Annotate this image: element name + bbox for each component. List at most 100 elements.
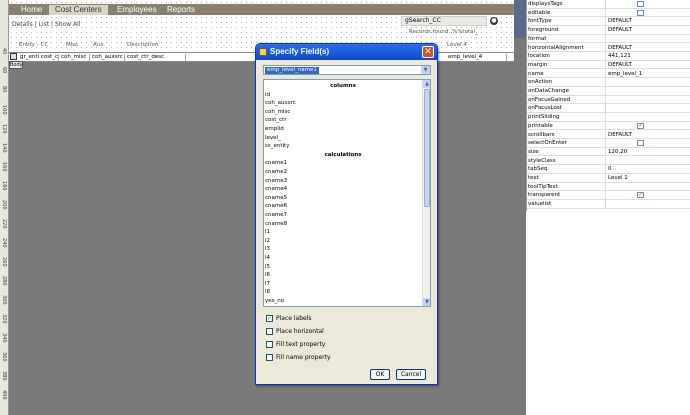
property-value[interactable]: 0 — [605, 165, 690, 174]
property-row[interactable]: name emp_level_1 — [527, 69, 690, 79]
checkbox[interactable] — [637, 1, 644, 7]
scroll-up-icon[interactable]: ▲ — [423, 80, 430, 88]
property-value[interactable] — [605, 139, 690, 148]
fields-list[interactable]: columns id coh_auxsrc coh_misc cost_ctr empli… — [263, 79, 431, 307]
property-row[interactable]: onFocusGained — [527, 95, 690, 105]
property-row[interactable]: tabSeq 0 — [527, 165, 690, 174]
property-value[interactable] — [605, 200, 690, 209]
property-value[interactable] — [605, 113, 690, 122]
scroll-down-icon[interactable]: ▼ — [423, 298, 430, 306]
tab-employees[interactable]: Employees — [111, 5, 163, 15]
property-row[interactable]: foreground DEFAULT — [527, 26, 690, 35]
property-value[interactable] — [605, 191, 690, 200]
field-select-dropdown[interactable]: emp_level_name1 ▼ — [263, 65, 431, 75]
column-cost-ctr[interactable]: gr_enti cost_ctr — [19, 54, 59, 61]
property-row[interactable]: text Level 1 — [527, 174, 690, 183]
property-row[interactable]: styleClass — [527, 156, 690, 166]
property-value[interactable] — [605, 34, 690, 44]
list-item[interactable]: l4 — [264, 254, 422, 263]
property-value[interactable]: DEFAULT — [605, 43, 690, 52]
property-row[interactable]: toolTipText — [527, 182, 690, 192]
list-item[interactable]: cname4 — [264, 185, 422, 194]
property-value[interactable]: DEFAULT — [605, 17, 690, 26]
property-value[interactable] — [605, 0, 690, 9]
property-value[interactable]: 441,121 — [605, 52, 690, 61]
property-row[interactable]: location 441,121 — [527, 52, 690, 61]
list-item[interactable]: l3 — [264, 245, 422, 254]
property-value[interactable]: DEFAULT — [605, 26, 690, 35]
property-value[interactable]: Level 1 — [605, 174, 690, 183]
column-coh-auxsrc[interactable]: coh_auxsrc — [91, 54, 125, 61]
list-item[interactable]: cname1 — [264, 159, 422, 168]
column-cost-ctr-desc[interactable]: cost_ctr_desc — [126, 54, 186, 61]
property-row[interactable]: scrollbars DEFAULT — [527, 130, 690, 139]
list-item[interactable]: yes_no — [264, 297, 422, 306]
property-value[interactable] — [605, 156, 690, 166]
property-value[interactable] — [605, 182, 690, 192]
list-item[interactable]: l8 — [264, 288, 422, 297]
property-row[interactable]: fontType DEFAULT — [527, 17, 690, 26]
property-row[interactable]: selectOnEnter — [527, 139, 690, 148]
property-row[interactable]: horizontalAlignment DEFAULT — [527, 43, 690, 52]
column-emp-level-4[interactable]: emp_level_4 — [447, 54, 507, 61]
cancel-button[interactable]: Cancel — [396, 369, 426, 380]
property-value[interactable] — [605, 8, 690, 18]
list-item[interactable]: coh_misc — [264, 108, 422, 117]
list-item[interactable]: l7 — [264, 280, 422, 289]
property-row[interactable]: size 120,20 — [527, 147, 690, 157]
scroll-thumb[interactable] — [424, 89, 430, 207]
list-item[interactable]: cname7 — [264, 211, 422, 220]
list-item[interactable]: ss_entity — [264, 142, 422, 151]
property-row[interactable]: transparent ✓ — [527, 191, 690, 200]
selection-handle-icon[interactable] — [10, 53, 17, 60]
property-row[interactable]: format — [527, 34, 690, 44]
property-row[interactable]: displaysTags — [527, 0, 690, 9]
search-field[interactable]: gSearch_CC — [401, 16, 487, 26]
property-value[interactable] — [605, 95, 690, 105]
checked-checkbox[interactable]: ✓ — [637, 122, 644, 129]
tab-home[interactable]: Home — [15, 5, 48, 15]
list-item[interactable]: coh_auxsrc — [264, 99, 422, 108]
checked-checkbox[interactable]: ✓ — [637, 192, 644, 199]
list-item[interactable]: l1 — [264, 228, 422, 237]
checkbox[interactable] — [637, 9, 644, 16]
property-row[interactable]: onFocusLost — [527, 104, 690, 113]
list-item[interactable]: emplid — [264, 125, 422, 134]
list-item[interactable]: l6 — [264, 271, 422, 280]
checkbox[interactable] — [637, 140, 644, 147]
list-item[interactable]: cname3 — [264, 177, 422, 186]
checkbox[interactable] — [266, 354, 273, 361]
panel-scrollbar[interactable] — [514, 0, 526, 38]
checkbox[interactable] — [266, 328, 273, 335]
property-row[interactable]: margin DEFAULT — [527, 60, 690, 70]
column-coh-misc[interactable]: coh_misc — [60, 54, 90, 61]
property-value[interactable] — [605, 78, 690, 87]
property-value[interactable] — [605, 87, 690, 96]
panel-divider[interactable] — [514, 0, 526, 415]
property-row[interactable]: valuelist — [527, 200, 690, 209]
property-row[interactable]: onAction — [527, 78, 690, 87]
list-item[interactable]: cname6 — [264, 202, 422, 211]
list-item[interactable]: cname2 — [264, 168, 422, 177]
property-row[interactable]: editable — [527, 8, 690, 18]
list-item[interactable]: id — [264, 91, 422, 100]
property-row[interactable]: onDataChange — [527, 87, 690, 96]
search-icon[interactable]: ● — [490, 17, 498, 25]
list-item[interactable]: l5 — [264, 263, 422, 272]
list-item[interactable]: cost_ctr — [264, 116, 422, 125]
checked-checkbox[interactable]: ✓ — [266, 315, 273, 322]
property-value[interactable] — [605, 121, 690, 131]
property-value[interactable] — [605, 104, 690, 113]
checkbox[interactable] — [266, 341, 273, 348]
body-part-label[interactable]: Body — [9, 61, 23, 69]
list-item[interactable]: l2 — [264, 237, 422, 246]
ok-button[interactable]: OK — [370, 369, 390, 380]
list-scrollbar[interactable]: ▲ ▼ — [422, 80, 430, 306]
list-item[interactable]: cname8 — [264, 220, 422, 229]
property-row[interactable]: printSliding — [527, 113, 690, 122]
close-icon[interactable]: ✕ — [422, 46, 434, 58]
list-item[interactable]: level_ — [264, 134, 422, 143]
property-row[interactable]: printable ✓ — [527, 121, 690, 131]
property-value[interactable]: DEFAULT — [605, 130, 690, 139]
tab-cost-centers[interactable]: Cost Centers — [49, 5, 108, 15]
